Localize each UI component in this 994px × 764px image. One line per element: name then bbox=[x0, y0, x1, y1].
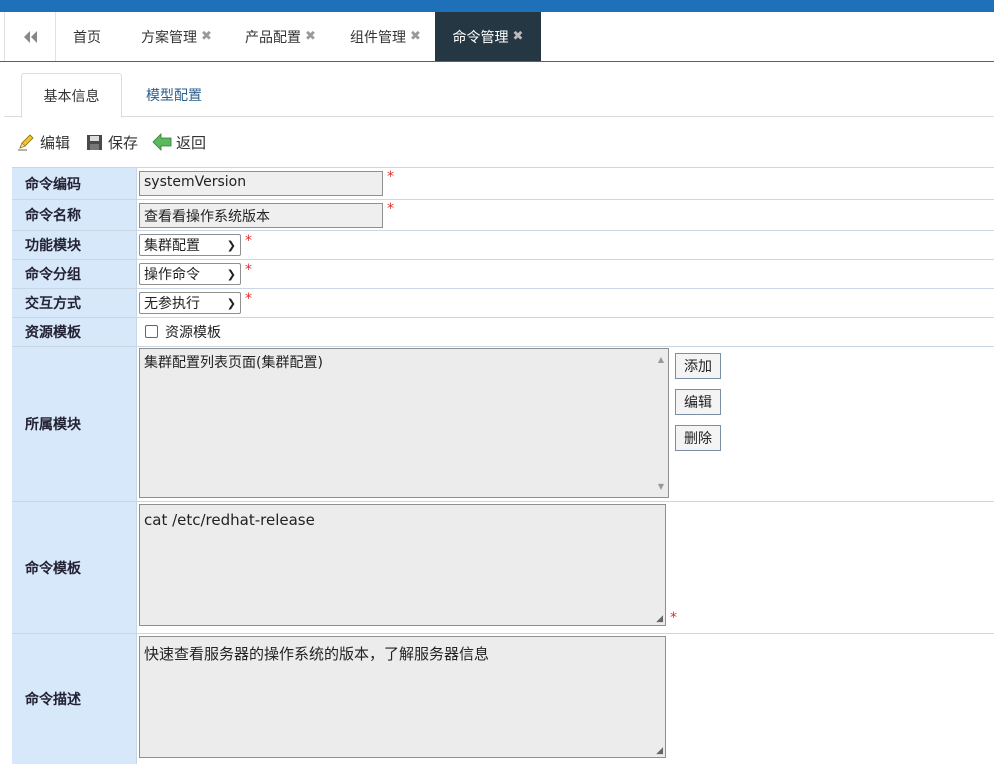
chevron-down-icon: ❯ bbox=[226, 238, 236, 252]
save-button[interactable]: 保存 bbox=[84, 132, 138, 153]
resize-grip-icon[interactable]: ◢ bbox=[656, 614, 663, 624]
interaction-mode-select[interactable]: 无参执行 ❯ bbox=[139, 292, 241, 314]
tab-solution-management[interactable]: 方案管理 ✖ bbox=[141, 12, 212, 61]
pencil-icon bbox=[16, 132, 36, 152]
field-label: 所属模块 bbox=[12, 347, 137, 501]
toolbar: 编辑 保存 返回 bbox=[16, 128, 220, 156]
close-icon[interactable]: ✖ bbox=[201, 29, 212, 44]
scroll-down-icon[interactable]: ▼ bbox=[658, 482, 664, 491]
edit-label: 编辑 bbox=[40, 133, 71, 152]
close-icon[interactable]: ✖ bbox=[305, 29, 316, 44]
field-label: 命令名称 bbox=[12, 200, 137, 230]
owner-module-listbox[interactable]: 集群配置列表页面(集群配置) ▲ ▼ bbox=[139, 348, 669, 498]
command-form: 命令编码 systemVersion * 命令名称 查看看操作系统版本 * 功能… bbox=[12, 167, 994, 764]
form-row-owner-module: 所属模块 集群配置列表页面(集群配置) ▲ ▼ 添加 编辑 删除 bbox=[12, 347, 994, 502]
form-row-module: 功能模块 集群配置 ❯ * bbox=[12, 231, 994, 260]
required-mark: * bbox=[245, 291, 252, 307]
double-left-arrow-icon bbox=[24, 30, 37, 43]
edit-button[interactable]: 编辑 bbox=[16, 132, 70, 153]
floppy-disk-icon bbox=[84, 132, 104, 152]
tab-label: 首页 bbox=[73, 29, 101, 46]
required-mark: * bbox=[387, 201, 394, 217]
resource-template-checkbox[interactable] bbox=[145, 325, 158, 338]
textarea-value: 快速查看服务器的操作系统的版本，了解服务器信息 bbox=[144, 645, 490, 663]
subtab-basic-info[interactable]: 基本信息 bbox=[21, 73, 122, 118]
list-item[interactable]: 集群配置列表页面(集群配置) bbox=[144, 352, 664, 372]
command-description-textarea[interactable]: 快速查看服务器的操作系统的版本，了解服务器信息 ◢ bbox=[139, 636, 666, 758]
required-mark: * bbox=[245, 233, 252, 249]
field-label: 命令分组 bbox=[12, 260, 137, 288]
form-row-interaction: 交互方式 无参执行 ❯ * bbox=[12, 289, 994, 318]
top-bar bbox=[0, 0, 994, 12]
tab-home[interactable]: 首页 bbox=[73, 12, 101, 61]
add-module-button[interactable]: 添加 bbox=[675, 353, 721, 379]
back-arrow-icon bbox=[152, 132, 172, 152]
required-mark: * bbox=[670, 610, 677, 626]
field-label: 功能模块 bbox=[12, 231, 137, 259]
chevron-down-icon: ❯ bbox=[226, 296, 236, 310]
command-group-select[interactable]: 操作命令 ❯ bbox=[139, 263, 241, 285]
function-module-select[interactable]: 集群配置 ❯ bbox=[139, 234, 241, 256]
subtab-model-config[interactable]: 模型配置 bbox=[129, 73, 219, 117]
field-label: 命令描述 bbox=[12, 634, 137, 764]
save-label: 保存 bbox=[108, 133, 139, 152]
textarea-value: cat /etc/redhat-release bbox=[144, 511, 315, 529]
back-button[interactable]: 返回 bbox=[152, 132, 206, 153]
scroll-up-icon[interactable]: ▲ bbox=[658, 355, 664, 364]
field-label: 命令编码 bbox=[12, 168, 137, 199]
edit-module-button[interactable]: 编辑 bbox=[675, 389, 721, 415]
tab-product-config[interactable]: 产品配置 ✖ bbox=[245, 12, 316, 61]
command-name-input[interactable]: 查看看操作系统版本 bbox=[139, 203, 383, 228]
form-row-description: 命令描述 快速查看服务器的操作系统的版本，了解服务器信息 ◢ bbox=[12, 634, 994, 764]
form-row-name: 命令名称 查看看操作系统版本 * bbox=[12, 200, 994, 231]
tab-label: 产品配置 bbox=[245, 29, 301, 46]
tab-bar: 首页 方案管理 ✖ 产品配置 ✖ 组件管理 ✖ 命令管理 ✖ bbox=[0, 12, 994, 62]
tab-component-management[interactable]: 组件管理 ✖ bbox=[350, 12, 421, 61]
select-value: 无参执行 bbox=[144, 296, 200, 312]
checkbox-label: 资源模板 bbox=[165, 325, 221, 341]
field-label: 命令模板 bbox=[12, 502, 137, 633]
select-value: 集群配置 bbox=[144, 238, 200, 254]
close-icon[interactable]: ✖ bbox=[410, 29, 421, 44]
scroll-tabs-left-button[interactable] bbox=[4, 12, 56, 61]
tab-command-management[interactable]: 命令管理 ✖ bbox=[435, 12, 541, 61]
tab-label: 命令管理 bbox=[452, 29, 509, 46]
select-value: 操作命令 bbox=[144, 267, 200, 283]
form-row-group: 命令分组 操作命令 ❯ * bbox=[12, 260, 994, 289]
sub-tab-bar: 基本信息 模型配置 bbox=[4, 62, 994, 118]
required-mark: * bbox=[245, 262, 252, 278]
form-row-resource: 资源模板 资源模板 bbox=[12, 318, 994, 347]
form-row-template: 命令模板 cat /etc/redhat-release ◢ * bbox=[12, 502, 994, 634]
resize-grip-icon[interactable]: ◢ bbox=[656, 746, 663, 756]
form-row-code: 命令编码 systemVersion * bbox=[12, 168, 994, 200]
required-mark: * bbox=[387, 169, 394, 185]
field-label: 资源模板 bbox=[12, 318, 137, 346]
command-code-input[interactable]: systemVersion bbox=[139, 171, 383, 196]
tab-label: 方案管理 bbox=[141, 29, 197, 46]
field-label: 交互方式 bbox=[12, 289, 137, 317]
close-icon[interactable]: ✖ bbox=[513, 29, 524, 44]
chevron-down-icon: ❯ bbox=[226, 267, 236, 281]
delete-module-button[interactable]: 删除 bbox=[675, 425, 721, 451]
command-template-textarea[interactable]: cat /etc/redhat-release ◢ bbox=[139, 504, 666, 626]
tab-label: 组件管理 bbox=[350, 29, 406, 46]
back-label: 返回 bbox=[176, 133, 207, 152]
